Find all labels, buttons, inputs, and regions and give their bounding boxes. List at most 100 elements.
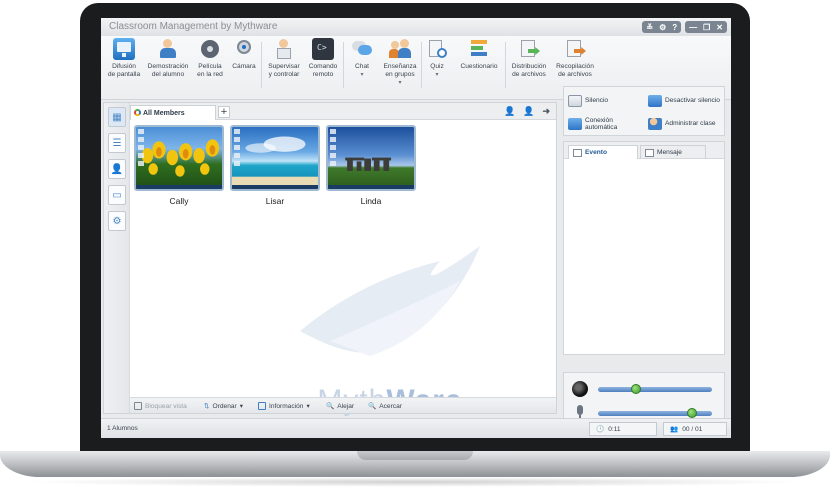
file-collection-button[interactable]: Recopilación de archivos [553, 38, 597, 79]
close-icon[interactable]: ✕ [716, 23, 723, 32]
camera-button[interactable]: Cámara [229, 38, 259, 71]
remote-command-button[interactable]: C> Comando remoto [306, 38, 340, 79]
zoom-out-icon: 🔍 [326, 403, 335, 410]
remote-command-icon: C> [312, 38, 334, 60]
info-button[interactable]: Información ▾ [258, 402, 310, 410]
timer-value: 0:11 [608, 425, 621, 433]
file-distribution-icon [518, 38, 540, 60]
student-thumbnail[interactable] [230, 125, 320, 191]
window-controls: ≚ ⚙ ? — ❐ ✕ [642, 21, 727, 33]
settings-view-icon[interactable]: ⚙ [108, 211, 126, 231]
tab-event-label: Evento [585, 149, 607, 156]
student-count: 1 Alumnos [107, 425, 138, 432]
zoom-in-icon: 🔍 [368, 403, 377, 410]
sort-dropdown-icon[interactable]: ▾ [240, 402, 243, 410]
quiz-dropdown-icon[interactable]: ▾ [423, 71, 451, 79]
window-buttons: — ❐ ✕ [685, 21, 727, 33]
info-dropdown-icon[interactable]: ▾ [306, 402, 309, 410]
group-tabs: All Members + 👤 👤 ➜ [130, 103, 556, 120]
taskbar [328, 185, 414, 189]
auto-connect-button[interactable]: Conexión automática [564, 112, 644, 135]
tab-event[interactable]: Evento [568, 145, 638, 159]
title-bar: Classroom Management by Mythware ≚ ⚙ ? —… [101, 18, 731, 36]
arrow-right-icon[interactable]: ➜ [542, 106, 550, 117]
chat-button[interactable]: Chat ▾ [347, 38, 377, 79]
clock-icon: 🕓 [596, 426, 605, 433]
network-movie-button[interactable]: Película en la red [193, 38, 227, 79]
quiz-button[interactable]: Quiz ▾ [423, 38, 451, 79]
events-tabs: Evento Mensaje [564, 142, 724, 159]
info-label: Información [269, 402, 304, 410]
survey-icon [468, 38, 490, 60]
silence-button[interactable]: Silencio [564, 89, 644, 112]
stonehenge-image [345, 157, 392, 171]
toolbar-label: Comando remoto [308, 63, 338, 78]
toolbar-label: Supervisar y controlar [268, 63, 300, 78]
list-view-icon[interactable]: ☰ [108, 133, 126, 153]
document-view-icon[interactable]: ▭ [108, 185, 126, 205]
toolbar-label: Difusión de pantalla [107, 63, 141, 78]
student-thumbnail[interactable] [134, 125, 224, 191]
screen-broadcast-button[interactable]: Difusión de pantalla [105, 38, 143, 79]
group-teaching-icon [389, 38, 411, 60]
members-icon [134, 109, 141, 116]
network-movie-icon [199, 38, 221, 60]
toolbar-label: Chat [355, 63, 369, 70]
tab-label: All Members [143, 110, 185, 117]
laptop-notch [357, 451, 473, 460]
lock-view-icon [134, 402, 142, 410]
gear-icon[interactable]: ⚙ [659, 23, 666, 32]
beach-image [232, 136, 318, 187]
lock-view-button[interactable]: Bloquear vista [134, 402, 187, 410]
minimize-icon[interactable]: — [689, 23, 697, 32]
student-demo-button[interactable]: Demostración del alumno [145, 38, 191, 79]
file-distribution-button[interactable]: Distribución de archivos [507, 38, 551, 79]
taskbar [136, 185, 222, 189]
zoom-out-label: Alejar [337, 402, 355, 410]
user-left-icon[interactable]: 👤 [504, 106, 515, 117]
zoom-in-button[interactable]: 🔍 Acercar [368, 402, 402, 411]
student-demo-icon [157, 38, 179, 60]
unsilence-button[interactable]: Desactivar silencio [644, 89, 724, 112]
manage-class-button[interactable]: Administrar clase [644, 112, 724, 135]
speaker-volume-slider[interactable] [598, 384, 712, 394]
manage-class-label: Administrar clase [665, 120, 716, 127]
unsilence-label: Desactivar silencio [665, 97, 720, 104]
thumbnail-area: MythWare Cally [130, 121, 556, 417]
taskbar [232, 185, 318, 189]
status-bar: 1 Alumnos 🕓 0:11 👥 00 / 01 [101, 418, 731, 438]
student-name: Lisar [265, 196, 285, 206]
tab-all-members[interactable]: All Members [130, 105, 216, 120]
restore-icon[interactable]: ❐ [703, 23, 710, 32]
group-teaching-button[interactable]: Enseñanza en grupos ▾ [381, 38, 419, 87]
tab-tools: 👤 👤 ➜ [504, 106, 550, 117]
microphone-volume-knob[interactable] [687, 408, 698, 418]
speaker-volume-knob[interactable] [631, 384, 642, 394]
zoom-out-button[interactable]: 🔍 Alejar [326, 402, 355, 411]
user-right-icon[interactable]: 👤 [523, 106, 534, 117]
group-dropdown-icon[interactable]: ▾ [381, 79, 419, 87]
quiz-icon [426, 38, 448, 60]
survey-button[interactable]: Cuestionario [457, 38, 501, 71]
chat-dropdown-icon[interactable]: ▾ [347, 71, 377, 79]
add-tab-button[interactable]: + [218, 106, 230, 118]
unsilence-icon [648, 94, 662, 107]
collapse-icon[interactable]: ≚ [646, 23, 653, 32]
tulips-image [141, 139, 220, 177]
sort-label: Ordenar [212, 402, 237, 410]
mythware-wing-icon [300, 246, 480, 356]
screen-broadcast-icon [113, 38, 135, 60]
monitor-control-button[interactable]: Supervisar y controlar [263, 38, 305, 79]
help-icon[interactable]: ? [672, 23, 677, 32]
sort-button[interactable]: ⇅ Ordenar ▾ [204, 402, 243, 411]
lock-view-label: Bloquear vista [145, 402, 187, 410]
info-icon [258, 402, 266, 410]
microphone-volume-slider[interactable] [598, 408, 712, 418]
file-collection-icon [564, 38, 586, 60]
student-thumbnail[interactable] [326, 125, 416, 191]
user-view-icon[interactable]: 👤 [108, 159, 126, 179]
tab-message[interactable]: Mensaje [640, 145, 706, 159]
student-name: Cally [169, 196, 189, 206]
event-icon [573, 149, 582, 157]
thumbnail-view-icon[interactable]: ▦ [108, 107, 126, 127]
